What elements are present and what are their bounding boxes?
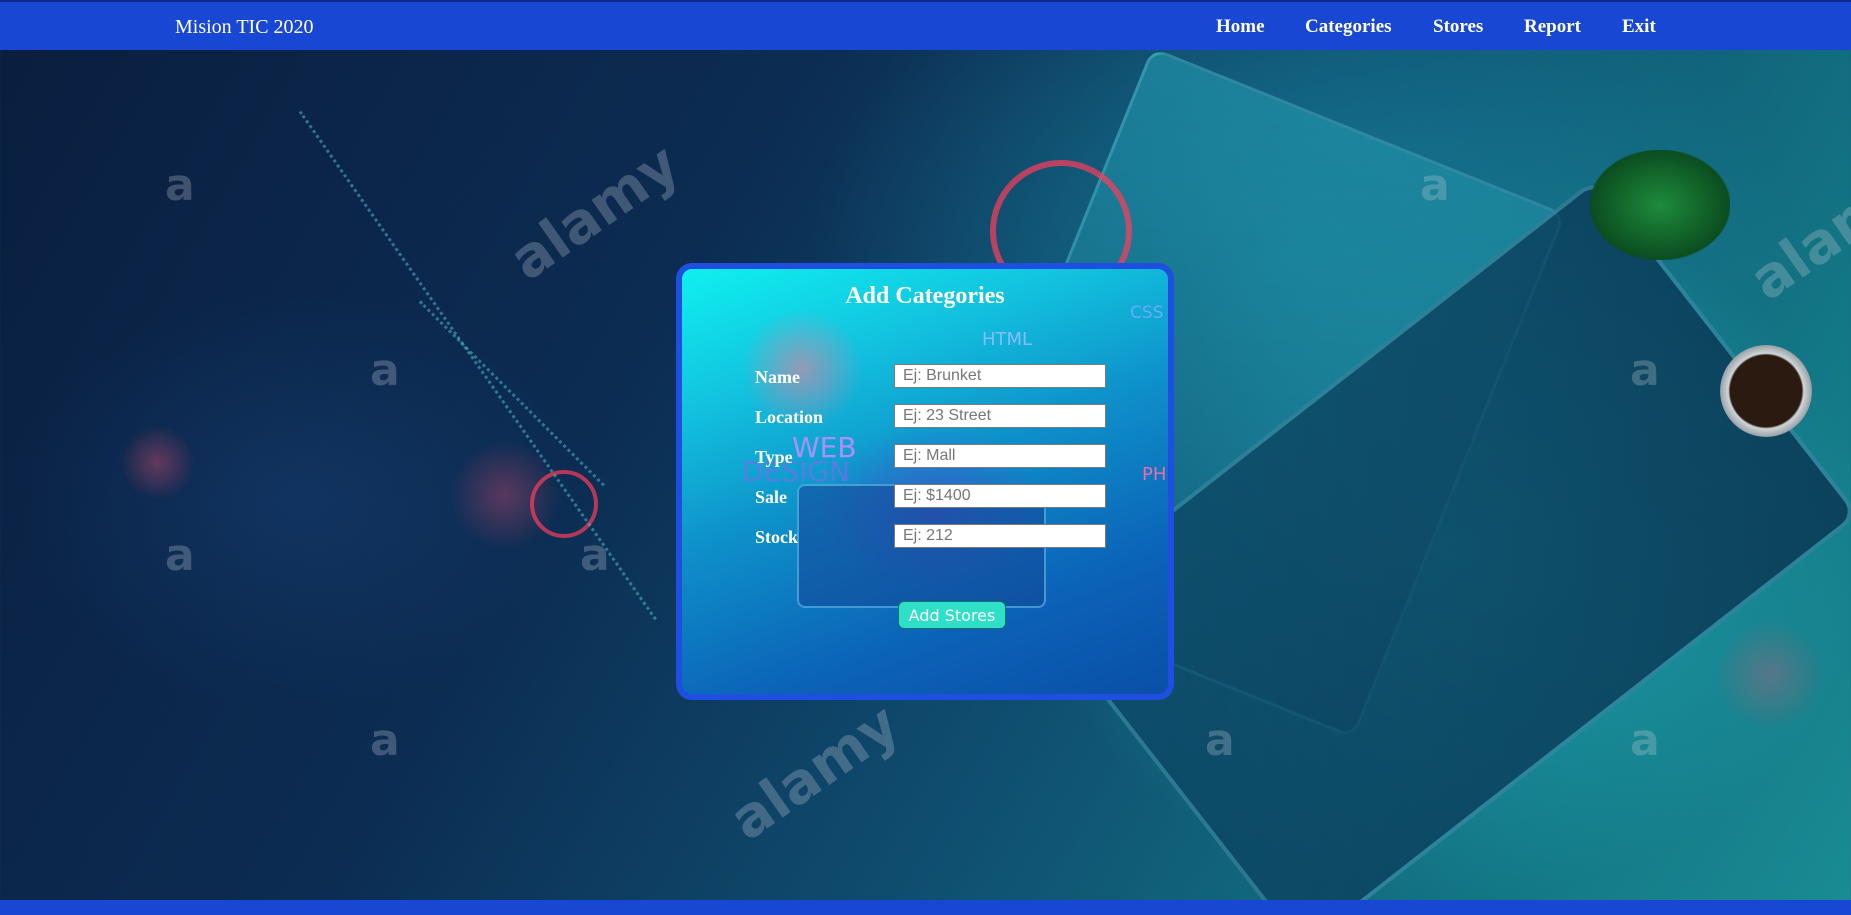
- location-input[interactable]: [894, 404, 1106, 428]
- form-row-sale: Sale: [682, 484, 1168, 510]
- background-coffee-cup-illustration: [1720, 345, 1812, 437]
- watermark-letter: a: [370, 345, 400, 396]
- stock-input[interactable]: [894, 524, 1106, 548]
- stock-label: Stock: [755, 527, 799, 547]
- type-label: Type: [755, 447, 793, 467]
- brand-title: Mision TIC 2020: [175, 16, 314, 38]
- watermark-letter: a: [1420, 160, 1450, 211]
- sale-input[interactable]: [894, 484, 1106, 508]
- watermark-letter: a: [370, 715, 400, 766]
- add-stores-button[interactable]: Add Stores: [898, 601, 1006, 629]
- bottom-bar: [0, 900, 1851, 915]
- nav-menu: Home Categories Stores Report Exit: [1216, 16, 1662, 38]
- top-navbar: Mision TIC 2020 Home Categories Stores R…: [0, 0, 1851, 50]
- add-categories-form-panel: HTML CSS WEB DESIGN PH Add Categories Na…: [676, 263, 1174, 700]
- watermark-letter: a: [580, 530, 610, 581]
- form-row-location: Location: [682, 404, 1168, 430]
- background-glow: [120, 425, 195, 500]
- watermark-text: alamy: [718, 691, 912, 854]
- watermark-letter: a: [1205, 715, 1235, 766]
- background-plant-illustration: [1590, 150, 1730, 260]
- background-glow: [1715, 620, 1825, 730]
- type-input[interactable]: [894, 444, 1106, 468]
- location-label: Location: [755, 407, 824, 427]
- nav-link-exit[interactable]: Exit: [1622, 16, 1662, 38]
- watermark-letter: a: [1630, 345, 1660, 396]
- form-row-name: Name: [682, 364, 1168, 390]
- name-input[interactable]: [894, 364, 1106, 388]
- nav-link-home[interactable]: Home: [1216, 16, 1305, 38]
- form-row-stock: Stock: [682, 524, 1168, 550]
- watermark-letter: a: [165, 160, 195, 211]
- name-label: Name: [755, 367, 800, 387]
- form-title: Add Categories: [845, 283, 1005, 309]
- watermark-letter: a: [1630, 715, 1660, 766]
- sale-label: Sale: [755, 487, 788, 507]
- decor-html-text: HTML: [982, 329, 1033, 350]
- form-row-type: Type: [682, 444, 1168, 470]
- watermark-letter: a: [165, 530, 195, 581]
- nav-link-categories[interactable]: Categories: [1305, 16, 1433, 38]
- nav-link-stores[interactable]: Stores: [1433, 16, 1524, 38]
- nav-link-report[interactable]: Report: [1524, 16, 1622, 38]
- watermark-text: alamy: [1738, 151, 1851, 314]
- watermark-text: alamy: [498, 131, 692, 294]
